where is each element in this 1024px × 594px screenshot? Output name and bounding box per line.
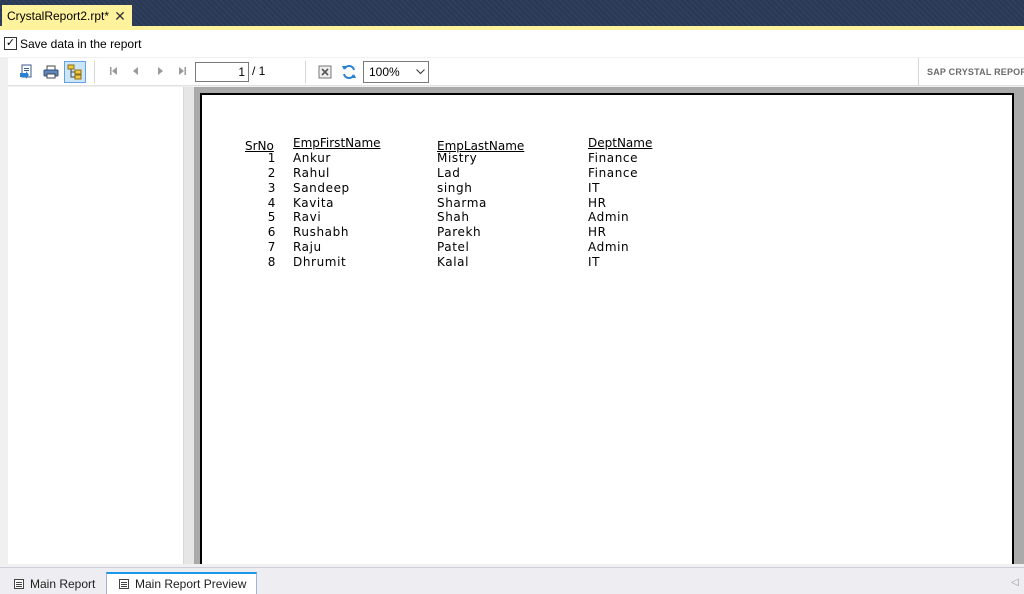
last-name-cell: singh (437, 181, 473, 195)
print-button[interactable] (40, 61, 62, 83)
stop-button[interactable] (314, 61, 336, 83)
dept-cell: IT (588, 255, 601, 269)
viewer-margin (184, 87, 194, 564)
last-name-cell: Parekh (437, 225, 482, 239)
zoom-value: 100% (369, 65, 400, 79)
dept-cell: Admin (588, 240, 630, 254)
first-name-cell: Kavita (293, 196, 335, 210)
dept-cell: Finance (588, 151, 639, 165)
dept-cell: HR (588, 196, 607, 210)
last-page-icon[interactable] (176, 65, 188, 77)
bottom-tab-bar: Main Report Main Report Preview ◁ (0, 567, 1024, 594)
first-page-icon[interactable] (108, 65, 120, 77)
srno-cell: 1 (267, 151, 276, 165)
toolbar-separator (305, 61, 306, 83)
chevron-down-icon (412, 69, 428, 75)
group-tree-icon (67, 64, 82, 80)
sap-crystal-reports-logo: SAP CRYSTAL REPORTS (918, 58, 1024, 86)
last-name-cell: Kalal (437, 255, 470, 269)
table-row: 6 Rushabh Parekh HR (202, 225, 1012, 240)
last-name-cell: Sharma (437, 196, 487, 210)
first-name-cell: Ankur (293, 151, 331, 165)
refresh-button[interactable] (338, 61, 360, 83)
tab-main-report-preview[interactable]: Main Report Preview (106, 572, 258, 594)
table-row: 4 Kavita Sharma HR (202, 196, 1012, 211)
report-toolbar: 1 / 1 100% SAP CRYSTAL REPORTS (8, 58, 1024, 86)
save-data-row: ✓ Save data in the report (0, 30, 1024, 57)
group-tree-panel[interactable] (8, 87, 184, 564)
previous-page-icon[interactable] (130, 65, 142, 77)
stop-icon (318, 65, 332, 79)
first-name-cell: Rushabh (293, 225, 350, 239)
table-row: 7 Raju Patel Admin (202, 240, 1012, 255)
page-number-input[interactable]: 1 (195, 62, 249, 82)
dept-cell: HR (588, 225, 607, 239)
save-data-label: Save data in the report (20, 36, 142, 51)
srno-cell: 3 (267, 181, 276, 195)
scroll-left-icon[interactable]: ◁ (1010, 576, 1020, 588)
export-icon (20, 64, 32, 79)
dept-cell: Finance (588, 166, 639, 180)
document-tab[interactable]: CrystalReport2.rpt* ✕ (2, 5, 132, 27)
srno-cell: 6 (267, 225, 276, 239)
last-name-cell: Patel (437, 240, 470, 254)
srno-cell: 4 (267, 196, 276, 210)
srno-cell: 5 (267, 210, 276, 224)
table-row: 3 Sandeep singh IT (202, 181, 1012, 196)
tab-label: Main Report (30, 576, 96, 591)
toolbar-separator (94, 61, 95, 83)
save-data-checkbox[interactable]: ✓ (4, 37, 17, 50)
dept-cell: Admin (588, 210, 630, 224)
report-page: SrNo EmpFirstName EmpLastName DeptName 1… (200, 93, 1014, 564)
srno-cell: 8 (267, 255, 276, 269)
report-icon (119, 579, 129, 589)
report-viewer[interactable]: SrNo EmpFirstName EmpLastName DeptName 1… (184, 87, 1024, 564)
last-name-cell: Mistry (437, 151, 478, 165)
toggle-group-tree-button[interactable] (64, 61, 86, 83)
table-row: 2 Rahul Lad Finance (202, 166, 1012, 181)
last-name-cell: Shah (437, 210, 470, 224)
column-header-deptname: DeptName (588, 136, 653, 150)
column-header-empfirstname: EmpFirstName (293, 136, 381, 150)
table-row: 8 Dhrumit Kalal IT (202, 255, 1012, 270)
document-tab-bar: CrystalReport2.rpt* ✕ (0, 0, 1024, 30)
document-tab-title: CrystalReport2.rpt* (7, 9, 110, 23)
srno-cell: 2 (267, 166, 276, 180)
first-name-cell: Dhrumit (293, 255, 347, 269)
tab-label: Main Report Preview (135, 577, 247, 591)
export-button[interactable] (16, 61, 38, 83)
report-icon (14, 578, 24, 589)
tab-main-report[interactable]: Main Report (2, 572, 105, 594)
page-total-label: / 1 (252, 64, 266, 78)
first-name-cell: Rahul (293, 166, 330, 180)
last-name-cell: Lad (437, 166, 461, 180)
next-page-icon[interactable] (154, 65, 166, 77)
printer-icon (43, 65, 59, 79)
srno-cell: 7 (267, 240, 276, 254)
zoom-select[interactable]: 100% (363, 61, 429, 83)
table-row: 5 Ravi Shah Admin (202, 210, 1012, 225)
first-name-cell: Raju (293, 240, 322, 254)
table-row: 1 Ankur Mistry Finance (202, 151, 1012, 166)
first-name-cell: Sandeep (293, 181, 350, 195)
first-name-cell: Ravi (293, 210, 322, 224)
close-icon[interactable]: ✕ (112, 8, 128, 24)
dept-cell: IT (588, 181, 601, 195)
refresh-icon (342, 64, 356, 80)
